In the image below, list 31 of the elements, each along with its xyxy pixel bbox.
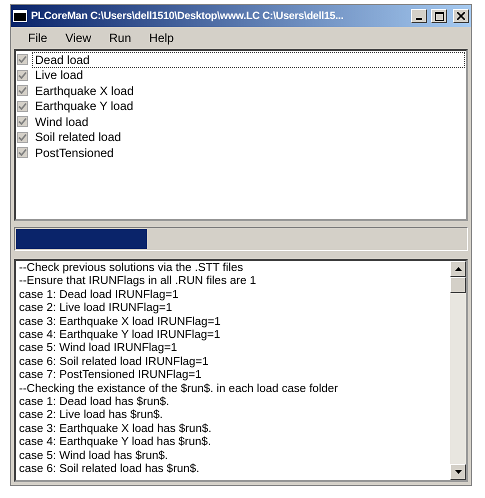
log-line: case 2: Live load has $run$. <box>19 409 164 423</box>
window-title: PLCoreMan C:\Users\dell1510\Desktop\www.LC C:\Users\dell15... <box>31 10 344 22</box>
close-button[interactable] <box>453 9 469 23</box>
scroll-down-icon[interactable] <box>450 464 466 480</box>
log-line: case 4: Earthquake Y load IRUNFlag=1 <box>19 329 222 342</box>
log-line: case 6: Soil related load has $run$. <box>19 463 200 476</box>
menu-item[interactable]: View <box>56 31 100 45</box>
scrollbar[interactable] <box>450 261 466 480</box>
log-line: case 4: Earthquake Y load has $run$. <box>19 436 212 450</box>
scroll-up-icon[interactable] <box>450 261 466 277</box>
menu-item[interactable]: File <box>19 31 56 45</box>
menu-item[interactable]: Help <box>140 31 183 45</box>
log-line: case 1: Dead load has $run$. <box>19 396 170 410</box>
minimize-button[interactable] <box>411 9 427 23</box>
log-line: case 7: PostTensioned IRUNFlag=1 <box>19 369 203 383</box>
log-line: case 6: Soil related load IRUNFlag=1 <box>19 356 210 370</box>
log-line: case 3: Earthquake X load IRUNFlag=1 <box>19 316 222 330</box>
log-line: case 3: Earthquake X load has $run$. <box>19 422 212 436</box>
close-icon <box>457 12 465 20</box>
scroll-thumb[interactable] <box>450 277 466 293</box>
app-icon <box>13 10 27 22</box>
log-line: case 1: Dead load IRUNFlag=1 <box>19 288 180 302</box>
log-line: --Ensure that IRUNFlags in all .RUN files are 1 <box>19 275 258 289</box>
log-line: case 5: Wind load has $run$. <box>19 450 169 464</box>
log-line: case 2: Live load IRUNFlag=1 <box>19 302 174 316</box>
log-line: --Check previous solutions via the .STT files <box>19 262 244 276</box>
log-line: --Checking the existance of the $run$. in each load case folder <box>19 382 339 396</box>
log-line: case 5: Wind load IRUNFlag=1 <box>19 342 178 356</box>
maximize-button[interactable] <box>431 9 447 23</box>
menu-item[interactable]: Run <box>100 31 140 45</box>
maximize-icon <box>434 12 444 20</box>
